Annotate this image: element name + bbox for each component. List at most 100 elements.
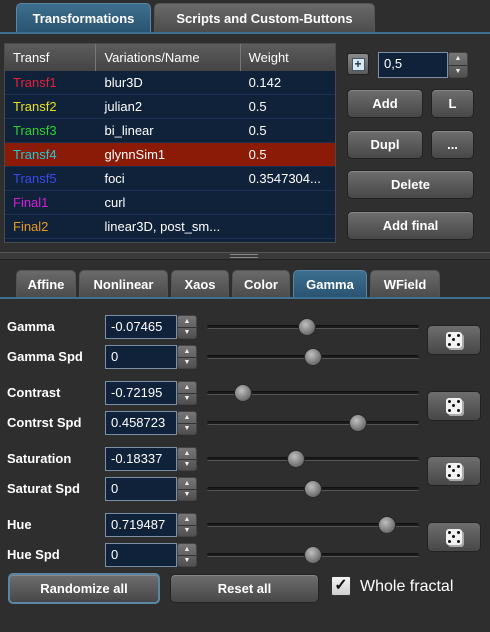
- transforms-table[interactable]: Transf Variations/Name Weight Transf1 blu…: [4, 43, 336, 243]
- gamma-label: Gamma: [7, 319, 55, 334]
- randomize-all-button[interactable]: Randomize all: [8, 573, 160, 604]
- l-button[interactable]: L: [431, 89, 474, 118]
- hue-input[interactable]: 0.719487: [105, 513, 177, 537]
- saturation-spinner[interactable]: -0.18337 ▲ ▼: [105, 447, 197, 471]
- randomize-contrast-button[interactable]: [427, 391, 481, 421]
- more-button[interactable]: ...: [431, 130, 474, 159]
- table-row[interactable]: Transf3 bi_linear 0.5: [5, 119, 335, 143]
- tab-xaos[interactable]: Xaos: [171, 270, 229, 297]
- contrast-spinner[interactable]: -0.72195 ▲ ▼: [105, 381, 197, 405]
- spin-down-icon[interactable]: ▼: [178, 424, 196, 435]
- tab-wfield[interactable]: WField: [370, 270, 440, 297]
- spinner-arrows[interactable]: ▲ ▼: [177, 411, 197, 435]
- panel-splitter[interactable]: [0, 252, 490, 260]
- tab-nonlinear[interactable]: Nonlinear: [79, 270, 168, 297]
- spin-down-icon[interactable]: ▼: [178, 556, 196, 567]
- gamma-spd-spinner[interactable]: 0 ▲ ▼: [105, 345, 197, 369]
- tab-scripts-custom-buttons[interactable]: Scripts and Custom-Buttons: [154, 3, 375, 32]
- whole-fractal-checkbox[interactable]: ✓: [331, 576, 351, 596]
- weight-spinner-input[interactable]: 0,5: [378, 52, 448, 78]
- dice-icon: [446, 332, 462, 348]
- spin-up-icon[interactable]: ▲: [178, 544, 196, 556]
- gamma-spd-slider-knob[interactable]: [304, 348, 322, 366]
- transform-name: Transf5: [13, 171, 57, 186]
- randomize-hue-button[interactable]: [427, 522, 481, 552]
- saturation-spd-spinner[interactable]: 0 ▲ ▼: [105, 477, 197, 501]
- tab-gamma[interactable]: Gamma: [293, 270, 367, 297]
- tab-color[interactable]: Color: [232, 270, 290, 297]
- spin-up-icon[interactable]: ▲: [178, 382, 196, 394]
- contrast-spd-spinner[interactable]: 0.458723 ▲ ▼: [105, 411, 197, 435]
- transform-weight: 0.3547304...: [248, 171, 321, 186]
- add-transform-plus-icon[interactable]: +: [347, 53, 369, 75]
- add-button[interactable]: Add: [347, 89, 423, 118]
- weight-spinner[interactable]: 0,5 ▲ ▼: [378, 52, 468, 78]
- column-header-transf[interactable]: Transf: [5, 44, 97, 71]
- transform-name: Transf1: [13, 75, 57, 90]
- contrast-spd-input[interactable]: 0.458723: [105, 411, 177, 435]
- gamma-slider-knob[interactable]: [297, 318, 316, 336]
- spinner-arrows[interactable]: ▲ ▼: [177, 543, 197, 567]
- transform-name: Final1: [13, 195, 49, 210]
- spin-up-icon[interactable]: ▲: [178, 346, 196, 358]
- column-header-variations[interactable]: Variations/Name: [96, 44, 241, 71]
- spin-down-icon[interactable]: ▼: [178, 460, 196, 471]
- gamma-spinner[interactable]: -0.07465 ▲ ▼: [105, 315, 197, 339]
- table-row[interactable]: Transf4 glynnSim1 0.5: [5, 143, 335, 167]
- spinner-arrows[interactable]: ▲ ▼: [177, 315, 197, 339]
- spin-up-icon[interactable]: ▲: [178, 478, 196, 490]
- spin-down-icon[interactable]: ▼: [449, 66, 467, 78]
- checkmark-icon: ✓: [334, 577, 348, 594]
- spin-down-icon[interactable]: ▼: [178, 526, 196, 537]
- gamma-input[interactable]: -0.07465: [105, 315, 177, 339]
- gamma-spd-label: Gamma Spd: [7, 349, 83, 364]
- weight-spinner-arrows[interactable]: ▲ ▼: [448, 52, 468, 78]
- hue-spd-input[interactable]: 0: [105, 543, 177, 567]
- add-final-button[interactable]: Add final: [347, 211, 474, 240]
- saturation-slider-knob[interactable]: [287, 450, 306, 468]
- spinner-arrows[interactable]: ▲ ▼: [177, 513, 197, 537]
- randomize-saturation-button[interactable]: [427, 456, 481, 486]
- spin-up-icon[interactable]: ▲: [449, 53, 467, 66]
- spin-up-icon[interactable]: ▲: [178, 514, 196, 526]
- spin-up-icon[interactable]: ▲: [178, 316, 196, 328]
- transform-variation: foci: [104, 171, 125, 186]
- table-row[interactable]: Transf5 foci 0.3547304...: [5, 167, 335, 191]
- tab-transformations[interactable]: Transformations: [16, 3, 151, 32]
- randomize-gamma-button[interactable]: [427, 325, 481, 355]
- spin-up-icon[interactable]: ▲: [178, 448, 196, 460]
- spinner-arrows[interactable]: ▲ ▼: [177, 345, 197, 369]
- contrast-spd-slider-knob[interactable]: [348, 414, 367, 432]
- spinner-arrows[interactable]: ▲ ▼: [177, 477, 197, 501]
- contrast-slider-knob[interactable]: [234, 384, 253, 402]
- table-row[interactable]: Final2 linear3D, post_sm...: [5, 215, 335, 239]
- hue-spd-slider-knob[interactable]: [304, 546, 322, 564]
- table-row[interactable]: Transf2 julian2 0.5: [5, 95, 335, 119]
- spinner-arrows[interactable]: ▲ ▼: [177, 447, 197, 471]
- contrast-spd-slider[interactable]: [207, 421, 419, 425]
- column-header-weight[interactable]: Weight: [241, 44, 335, 71]
- spin-down-icon[interactable]: ▼: [178, 358, 196, 369]
- saturation-slider[interactable]: [207, 457, 419, 461]
- hue-spd-spinner[interactable]: 0 ▲ ▼: [105, 543, 197, 567]
- saturation-input[interactable]: -0.18337: [105, 447, 177, 471]
- transform-name: Final2: [13, 219, 49, 234]
- spin-up-icon[interactable]: ▲: [178, 412, 196, 424]
- saturation-spd-slider-knob[interactable]: [304, 480, 322, 498]
- hue-spinner[interactable]: 0.719487 ▲ ▼: [105, 513, 197, 537]
- table-row[interactable]: Final1 curl: [5, 191, 335, 215]
- reset-all-button[interactable]: Reset all: [170, 574, 319, 603]
- spin-down-icon[interactable]: ▼: [178, 490, 196, 501]
- contrast-input[interactable]: -0.72195: [105, 381, 177, 405]
- table-header: Transf Variations/Name Weight: [5, 44, 335, 71]
- spin-down-icon[interactable]: ▼: [178, 394, 196, 405]
- spin-down-icon[interactable]: ▼: [178, 328, 196, 339]
- tab-affine[interactable]: Affine: [16, 270, 76, 297]
- spinner-arrows[interactable]: ▲ ▼: [177, 381, 197, 405]
- table-row[interactable]: Transf1 blur3D 0.142: [5, 71, 335, 95]
- gamma-spd-input[interactable]: 0: [105, 345, 177, 369]
- contrast-spd-label: Contrst Spd: [7, 415, 82, 430]
- dupl-button[interactable]: Dupl: [347, 130, 423, 159]
- delete-button[interactable]: Delete: [347, 170, 474, 199]
- saturation-spd-input[interactable]: 0: [105, 477, 177, 501]
